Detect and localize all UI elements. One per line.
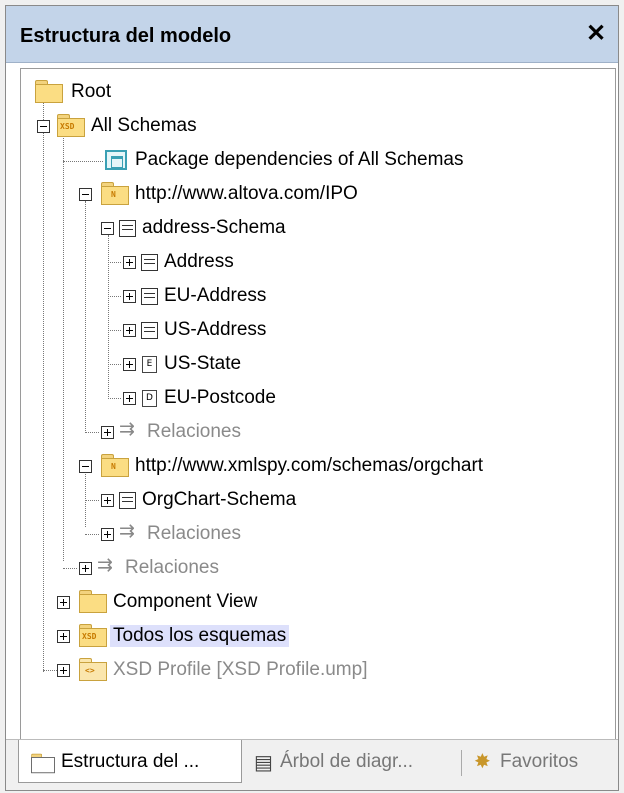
tree-node-label: US-State [164,353,242,374]
collapse-icon[interactable] [101,222,114,235]
panel-titlebar: Estructura del modelo ✕ [6,6,618,63]
tree-node-label: Relaciones [147,523,241,544]
collapse-icon[interactable] [37,120,50,133]
folder-icon [35,80,63,103]
tree-node-address[interactable]: Address [21,247,611,277]
tree-node-namespace-ipo[interactable]: N http://www.altova.com/IPO [21,179,611,209]
tree-node-label: Root [71,81,112,102]
tree-node-root[interactable]: Root [21,77,611,107]
folder-icon [79,590,107,613]
expand-icon[interactable] [79,562,92,575]
collapse-icon[interactable] [79,188,92,201]
panel-title: Estructura del modelo [20,25,232,47]
folder-icon [31,753,55,774]
expand-icon[interactable] [123,392,136,405]
tree-node-label: All Schemas [91,115,197,136]
expand-icon[interactable] [101,528,114,541]
expand-icon[interactable] [123,290,136,303]
tree-node-relaciones-orgchart[interactable]: ⇉ Relaciones [21,519,611,549]
tree-node-label: Package dependencies of All Schemas [135,149,464,170]
tree-node-xsd-profile[interactable]: <> XSD Profile [XSD Profile.ump] [21,655,611,685]
tree-node-label: US-Address [164,319,267,340]
package-diagram-icon [105,150,127,170]
tree-node-namespace-orgchart[interactable]: N http://www.xmlspy.com/schemas/orgchart [21,451,611,481]
tree-node-eu-postcode[interactable]: D EU-Postcode [21,383,611,413]
star-icon: ✸ [474,751,491,773]
expand-icon[interactable] [123,324,136,337]
tree-node-address-schema[interactable]: address-Schema [21,213,611,243]
namespace-folder-icon: N [101,454,129,477]
model-tree-window: Estructura del modelo ✕ Root XSD All Sch… [5,5,619,791]
relations-icon: ⇉ [119,521,135,542]
expand-icon[interactable] [123,256,136,269]
tree-node-all-schemas[interactable]: XSD All Schemas [21,111,611,141]
namespace-folder-icon: N [101,182,129,205]
tree-node-label: EU-Address [164,285,267,306]
tree-node-label: address-Schema [142,217,286,238]
expand-icon[interactable] [57,596,70,609]
schema-icon [119,492,136,509]
tree-node-label: OrgChart-Schema [142,489,297,510]
tree-node-relaciones-all-schemas[interactable]: ⇉ Relaciones [21,553,611,583]
schema-icon [119,220,136,237]
tree-node-label: http://www.xmlspy.com/schemas/orgchart [135,455,484,476]
collapse-icon[interactable] [79,460,92,473]
tab-estructura[interactable]: Estructura del ... [18,740,242,783]
tab-arbol-diagramas[interactable]: ▤ Árbol de diagr... [246,740,456,782]
tree-node-todos-los-esquemas[interactable]: XSD Todos los esquemas [21,621,611,651]
expand-icon[interactable] [101,426,114,439]
class-icon [141,254,158,271]
tab-favoritos[interactable]: ✸ Favoritos [468,740,613,782]
relations-icon: ⇉ [97,555,113,576]
tree-node-component-view[interactable]: Component View [21,587,611,617]
tree-node-package-dependencies[interactable]: Package dependencies of All Schemas [21,145,611,175]
tree-node-us-address[interactable]: US-Address [21,315,611,345]
tree-node-label: Todos los esquemas [110,625,290,647]
model-tree[interactable]: Root XSD All Schemas Package dependencie… [20,68,616,740]
expand-icon[interactable] [101,494,114,507]
xsd-folder-icon: XSD [79,624,107,647]
class-icon [141,288,158,305]
tree-node-label: Address [164,251,234,272]
tab-label: Estructura del ... [61,751,200,772]
tree-node-us-state[interactable]: E US-State [21,349,611,379]
class-icon [141,322,158,339]
tree-node-relaciones-ipo[interactable]: ⇉ Relaciones [21,417,611,447]
tree-node-eu-address[interactable]: EU-Address [21,281,611,311]
tree-node-label: Relaciones [147,421,241,442]
tab-label: Favoritos [500,751,579,772]
datatype-icon: D [142,390,157,407]
tab-separator [461,750,462,776]
diagram-tree-icon: ▤ [254,752,273,774]
xsd-folder-icon: XSD [57,114,85,137]
tree-node-label: XSD Profile [XSD Profile.ump] [113,659,368,680]
tab-label: Árbol de diagr... [280,751,414,772]
expand-icon[interactable] [57,630,70,643]
enumeration-icon: E [142,356,157,373]
tree-node-label: Component View [113,591,258,612]
tree-node-label: EU-Postcode [164,387,276,408]
profile-folder-icon: <> [79,658,107,681]
relations-icon: ⇉ [119,419,135,440]
expand-icon[interactable] [123,358,136,371]
expand-icon[interactable] [57,664,70,677]
tree-node-label: Relaciones [125,557,219,578]
close-icon[interactable]: ✕ [582,20,610,48]
tree-node-orgchart-schema[interactable]: OrgChart-Schema [21,485,611,515]
tree-node-label: http://www.altova.com/IPO [135,183,358,204]
panel-tab-bar: Estructura del ... ▤ Árbol de diagr... ✸… [6,739,618,790]
